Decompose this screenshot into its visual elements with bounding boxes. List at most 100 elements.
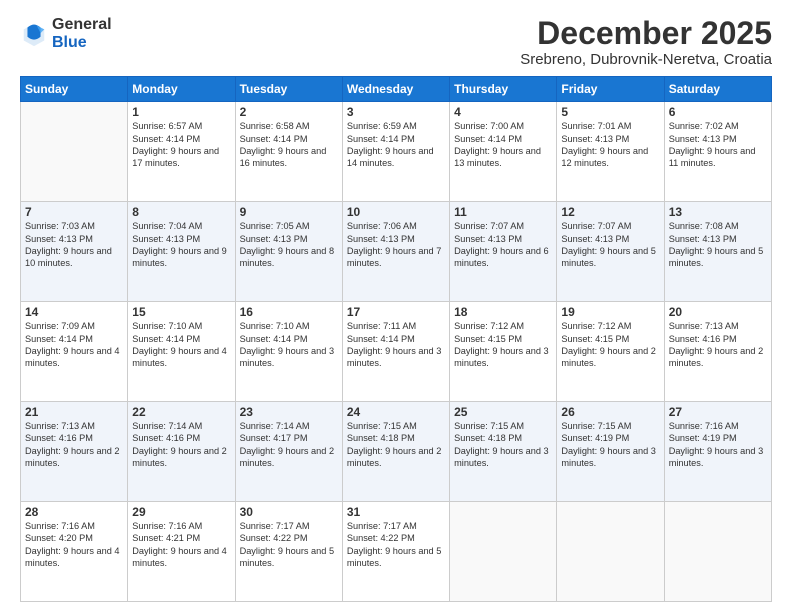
table-row — [557, 502, 664, 602]
day-number: 3 — [347, 105, 445, 119]
day-number: 9 — [240, 205, 338, 219]
table-row: 1Sunrise: 6:57 AMSunset: 4:14 PMDaylight… — [128, 102, 235, 202]
day-info: Sunrise: 7:16 AMSunset: 4:20 PMDaylight:… — [25, 520, 123, 570]
day-info: Sunrise: 7:15 AMSunset: 4:18 PMDaylight:… — [454, 420, 552, 470]
day-info: Sunrise: 6:57 AMSunset: 4:14 PMDaylight:… — [132, 120, 230, 170]
table-row: 20Sunrise: 7:13 AMSunset: 4:16 PMDayligh… — [664, 302, 771, 402]
day-info: Sunrise: 7:08 AMSunset: 4:13 PMDaylight:… — [669, 220, 767, 270]
header-tuesday: Tuesday — [235, 77, 342, 102]
calendar-week-row: 1Sunrise: 6:57 AMSunset: 4:14 PMDaylight… — [21, 102, 772, 202]
day-number: 25 — [454, 405, 552, 419]
day-number: 8 — [132, 205, 230, 219]
table-row: 15Sunrise: 7:10 AMSunset: 4:14 PMDayligh… — [128, 302, 235, 402]
logo-text: General Blue — [52, 16, 112, 51]
table-row: 26Sunrise: 7:15 AMSunset: 4:19 PMDayligh… — [557, 402, 664, 502]
calendar-week-row: 14Sunrise: 7:09 AMSunset: 4:14 PMDayligh… — [21, 302, 772, 402]
day-number: 28 — [25, 505, 123, 519]
table-row: 13Sunrise: 7:08 AMSunset: 4:13 PMDayligh… — [664, 202, 771, 302]
logo-blue-text: Blue — [52, 34, 112, 52]
day-number: 30 — [240, 505, 338, 519]
header-sunday: Sunday — [21, 77, 128, 102]
logo: General Blue — [20, 16, 112, 51]
day-number: 14 — [25, 305, 123, 319]
header-thursday: Thursday — [450, 77, 557, 102]
day-number: 7 — [25, 205, 123, 219]
table-row: 2Sunrise: 6:58 AMSunset: 4:14 PMDaylight… — [235, 102, 342, 202]
day-number: 4 — [454, 105, 552, 119]
logo-icon — [20, 20, 48, 48]
table-row: 3Sunrise: 6:59 AMSunset: 4:14 PMDaylight… — [342, 102, 449, 202]
day-number: 18 — [454, 305, 552, 319]
calendar-week-row: 7Sunrise: 7:03 AMSunset: 4:13 PMDaylight… — [21, 202, 772, 302]
table-row: 21Sunrise: 7:13 AMSunset: 4:16 PMDayligh… — [21, 402, 128, 502]
day-info: Sunrise: 7:15 AMSunset: 4:18 PMDaylight:… — [347, 420, 445, 470]
header-wednesday: Wednesday — [342, 77, 449, 102]
header-friday: Friday — [557, 77, 664, 102]
table-row: 18Sunrise: 7:12 AMSunset: 4:15 PMDayligh… — [450, 302, 557, 402]
day-number: 15 — [132, 305, 230, 319]
calendar-week-row: 28Sunrise: 7:16 AMSunset: 4:20 PMDayligh… — [21, 502, 772, 602]
day-info: Sunrise: 7:09 AMSunset: 4:14 PMDaylight:… — [25, 320, 123, 370]
day-info: Sunrise: 7:15 AMSunset: 4:19 PMDaylight:… — [561, 420, 659, 470]
day-number: 24 — [347, 405, 445, 419]
day-info: Sunrise: 7:03 AMSunset: 4:13 PMDaylight:… — [25, 220, 123, 270]
table-row — [664, 502, 771, 602]
table-row: 9Sunrise: 7:05 AMSunset: 4:13 PMDaylight… — [235, 202, 342, 302]
weekday-header-row: Sunday Monday Tuesday Wednesday Thursday… — [21, 77, 772, 102]
day-info: Sunrise: 7:14 AMSunset: 4:16 PMDaylight:… — [132, 420, 230, 470]
title-block: December 2025 Srebreno, Dubrovnik-Neretv… — [520, 16, 772, 68]
header: General Blue December 2025 Srebreno, Dub… — [20, 16, 772, 68]
day-info: Sunrise: 7:05 AMSunset: 4:13 PMDaylight:… — [240, 220, 338, 270]
day-number: 20 — [669, 305, 767, 319]
day-info: Sunrise: 7:06 AMSunset: 4:13 PMDaylight:… — [347, 220, 445, 270]
table-row: 24Sunrise: 7:15 AMSunset: 4:18 PMDayligh… — [342, 402, 449, 502]
day-number: 27 — [669, 405, 767, 419]
header-monday: Monday — [128, 77, 235, 102]
table-row: 25Sunrise: 7:15 AMSunset: 4:18 PMDayligh… — [450, 402, 557, 502]
day-number: 13 — [669, 205, 767, 219]
table-row: 5Sunrise: 7:01 AMSunset: 4:13 PMDaylight… — [557, 102, 664, 202]
day-info: Sunrise: 7:04 AMSunset: 4:13 PMDaylight:… — [132, 220, 230, 270]
day-number: 6 — [669, 105, 767, 119]
day-number: 12 — [561, 205, 659, 219]
table-row: 11Sunrise: 7:07 AMSunset: 4:13 PMDayligh… — [450, 202, 557, 302]
table-row: 28Sunrise: 7:16 AMSunset: 4:20 PMDayligh… — [21, 502, 128, 602]
day-info: Sunrise: 7:16 AMSunset: 4:21 PMDaylight:… — [132, 520, 230, 570]
calendar-table: Sunday Monday Tuesday Wednesday Thursday… — [20, 76, 772, 602]
table-row: 30Sunrise: 7:17 AMSunset: 4:22 PMDayligh… — [235, 502, 342, 602]
day-info: Sunrise: 7:17 AMSunset: 4:22 PMDaylight:… — [240, 520, 338, 570]
table-row — [450, 502, 557, 602]
table-row: 16Sunrise: 7:10 AMSunset: 4:14 PMDayligh… — [235, 302, 342, 402]
header-saturday: Saturday — [664, 77, 771, 102]
table-row: 19Sunrise: 7:12 AMSunset: 4:15 PMDayligh… — [557, 302, 664, 402]
day-number: 23 — [240, 405, 338, 419]
table-row: 4Sunrise: 7:00 AMSunset: 4:14 PMDaylight… — [450, 102, 557, 202]
day-info: Sunrise: 7:13 AMSunset: 4:16 PMDaylight:… — [25, 420, 123, 470]
table-row: 23Sunrise: 7:14 AMSunset: 4:17 PMDayligh… — [235, 402, 342, 502]
day-info: Sunrise: 6:58 AMSunset: 4:14 PMDaylight:… — [240, 120, 338, 170]
day-number: 22 — [132, 405, 230, 419]
day-info: Sunrise: 7:01 AMSunset: 4:13 PMDaylight:… — [561, 120, 659, 170]
page: General Blue December 2025 Srebreno, Dub… — [0, 0, 792, 612]
day-info: Sunrise: 7:00 AMSunset: 4:14 PMDaylight:… — [454, 120, 552, 170]
day-info: Sunrise: 7:07 AMSunset: 4:13 PMDaylight:… — [454, 220, 552, 270]
location-subtitle: Srebreno, Dubrovnik-Neretva, Croatia — [520, 51, 772, 68]
table-row: 10Sunrise: 7:06 AMSunset: 4:13 PMDayligh… — [342, 202, 449, 302]
day-number: 29 — [132, 505, 230, 519]
day-info: Sunrise: 7:12 AMSunset: 4:15 PMDaylight:… — [561, 320, 659, 370]
day-info: Sunrise: 7:07 AMSunset: 4:13 PMDaylight:… — [561, 220, 659, 270]
day-info: Sunrise: 7:16 AMSunset: 4:19 PMDaylight:… — [669, 420, 767, 470]
table-row — [21, 102, 128, 202]
day-number: 10 — [347, 205, 445, 219]
table-row: 6Sunrise: 7:02 AMSunset: 4:13 PMDaylight… — [664, 102, 771, 202]
day-info: Sunrise: 7:10 AMSunset: 4:14 PMDaylight:… — [240, 320, 338, 370]
table-row: 7Sunrise: 7:03 AMSunset: 4:13 PMDaylight… — [21, 202, 128, 302]
day-number: 16 — [240, 305, 338, 319]
day-number: 2 — [240, 105, 338, 119]
table-row: 31Sunrise: 7:17 AMSunset: 4:22 PMDayligh… — [342, 502, 449, 602]
day-number: 11 — [454, 205, 552, 219]
table-row: 27Sunrise: 7:16 AMSunset: 4:19 PMDayligh… — [664, 402, 771, 502]
day-info: Sunrise: 6:59 AMSunset: 4:14 PMDaylight:… — [347, 120, 445, 170]
logo-general-text: General — [52, 16, 112, 34]
day-number: 26 — [561, 405, 659, 419]
